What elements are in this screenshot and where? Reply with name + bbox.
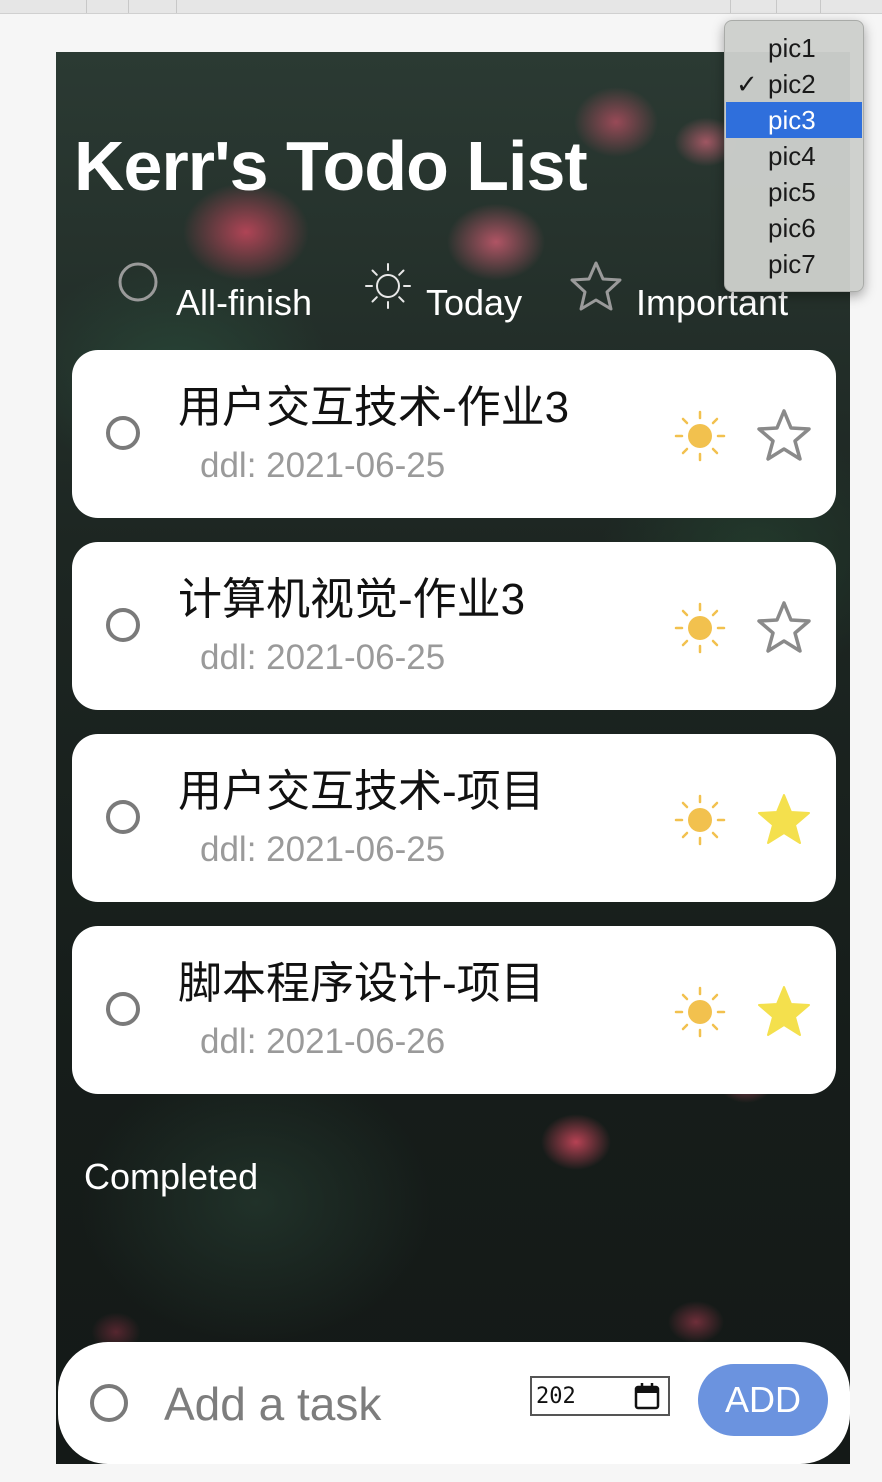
- background-picker-menu: pic1 ✓ pic2 pic3 pic4 pic5 pic6 pic7: [724, 20, 864, 292]
- task-deadline: ddl: 2021-06-25: [200, 830, 446, 869]
- sun-icon: [365, 263, 411, 309]
- menu-option-pic7[interactable]: pic7: [726, 246, 862, 282]
- task-complete-checkbox[interactable]: [106, 416, 140, 450]
- task-complete-checkbox[interactable]: [106, 608, 140, 642]
- task-deadline: ddl: 2021-06-26: [200, 1022, 446, 1061]
- star-filled-icon[interactable]: [756, 984, 812, 1038]
- sun-icon[interactable]: [672, 792, 728, 848]
- task-card: 用户交互技术-项目 ddl: 2021-06-25: [72, 734, 836, 902]
- date-input-value: 202: [536, 1384, 576, 1409]
- calendar-icon[interactable]: [634, 1382, 660, 1410]
- task-name: 用户交互技术-作业3: [178, 383, 570, 432]
- sun-icon[interactable]: [672, 600, 728, 656]
- task-input[interactable]: [162, 1372, 506, 1436]
- task-name: 用户交互技术-项目: [178, 767, 545, 816]
- star-icon[interactable]: [756, 600, 812, 654]
- menu-option-pic2[interactable]: ✓ pic2: [726, 66, 862, 102]
- circle-icon: [118, 262, 158, 302]
- completed-section-toggle[interactable]: Completed: [84, 1156, 258, 1198]
- menu-option-pic5[interactable]: pic5: [726, 174, 862, 210]
- menu-option-pic4[interactable]: pic4: [726, 138, 862, 174]
- task-name: 脚本程序设计-项目: [178, 959, 545, 1008]
- task-deadline: ddl: 2021-06-25: [200, 638, 446, 677]
- app-title: Kerr's Todo List: [74, 127, 588, 205]
- menu-option-pic6[interactable]: pic6: [726, 210, 862, 246]
- browser-top-strip: [0, 0, 882, 14]
- checkmark-icon: ✓: [736, 69, 758, 99]
- task-complete-checkbox[interactable]: [106, 800, 140, 834]
- task-deadline: ddl: 2021-06-25: [200, 446, 446, 485]
- star-filled-icon[interactable]: [756, 792, 812, 846]
- add-task-bar: 202 ADD: [58, 1342, 850, 1464]
- sun-icon[interactable]: [672, 984, 728, 1040]
- task-card: 计算机视觉-作业3 ddl: 2021-06-25: [72, 542, 836, 710]
- task-card: 脚本程序设计-项目 ddl: 2021-06-26: [72, 926, 836, 1094]
- filter-label: All-finish: [176, 282, 313, 323]
- menu-option-pic3[interactable]: pic3: [726, 102, 862, 138]
- star-icon: [570, 261, 622, 311]
- add-button[interactable]: ADD: [698, 1364, 828, 1436]
- task-name: 计算机视觉-作业3: [178, 575, 526, 624]
- star-icon[interactable]: [756, 408, 812, 462]
- filter-label: Today: [426, 282, 523, 323]
- task-complete-checkbox[interactable]: [106, 992, 140, 1026]
- task-card: 用户交互技术-作业3 ddl: 2021-06-25: [72, 350, 836, 518]
- menu-option-pic1[interactable]: pic1: [726, 30, 862, 66]
- date-input[interactable]: 202: [530, 1376, 670, 1416]
- sun-icon[interactable]: [672, 408, 728, 464]
- add-task-circle: [90, 1384, 128, 1422]
